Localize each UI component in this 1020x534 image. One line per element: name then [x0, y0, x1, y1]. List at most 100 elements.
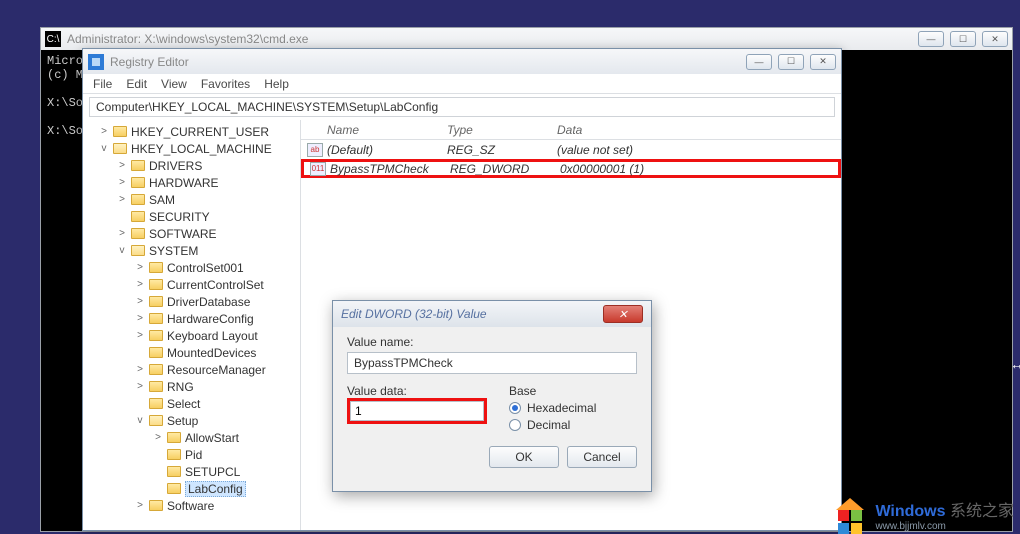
- tree-expander-icon[interactable]: v: [135, 415, 145, 426]
- tree-expander-icon[interactable]: >: [117, 160, 127, 171]
- folder-icon: [167, 449, 181, 460]
- regedit-close-button[interactable]: ✕: [810, 54, 836, 70]
- folder-icon: [149, 296, 163, 307]
- tree-node-label: Keyboard Layout: [167, 329, 258, 343]
- tree-node[interactable]: SECURITY: [85, 208, 298, 225]
- ok-button[interactable]: OK: [489, 446, 559, 468]
- dialog-close-button[interactable]: ✕: [603, 305, 643, 323]
- tree-expander-icon[interactable]: v: [99, 143, 109, 154]
- menu-file[interactable]: File: [93, 77, 112, 91]
- tree-expander-icon[interactable]: >: [135, 262, 145, 273]
- tree-node[interactable]: >HardwareConfig: [85, 310, 298, 327]
- dialog-titlebar[interactable]: Edit DWORD (32-bit) Value ✕: [333, 301, 651, 327]
- folder-icon: [131, 228, 145, 239]
- cancel-button[interactable]: Cancel: [567, 446, 637, 468]
- regedit-icon: [88, 54, 104, 70]
- cmd-close-button[interactable]: ✕: [982, 31, 1008, 47]
- tree-node[interactable]: > ControlSet001: [85, 259, 298, 276]
- folder-icon: [149, 262, 163, 273]
- tree-node[interactable]: >DriverDatabase: [85, 293, 298, 310]
- value-data-input[interactable]: [350, 401, 484, 421]
- tree-node-label: Software: [167, 499, 214, 513]
- tree-node[interactable]: >HKEY_CURRENT_USER: [85, 123, 298, 140]
- col-type[interactable]: Type: [447, 123, 557, 137]
- tree-node[interactable]: v HKEY_LOCAL_MACHINE: [85, 140, 298, 157]
- tree-node-label: AllowStart: [185, 431, 239, 445]
- folder-icon: [149, 279, 163, 290]
- tree-node-label: SYSTEM: [149, 244, 198, 258]
- radio-hex[interactable]: [509, 402, 521, 414]
- regedit-minimize-button[interactable]: —: [746, 54, 772, 70]
- value-data-highlight: [347, 398, 487, 424]
- tree-node[interactable]: vSetup: [85, 412, 298, 429]
- radio-dec-row[interactable]: Decimal: [509, 418, 596, 432]
- value-type: REG_DWORD: [450, 162, 560, 176]
- tree-node[interactable]: LabConfig: [85, 480, 298, 497]
- edit-dword-dialog: Edit DWORD (32-bit) Value ✕ Value name: …: [332, 300, 652, 492]
- tree-expander-icon[interactable]: >: [135, 364, 145, 375]
- cmd-maximize-button[interactable]: ☐: [950, 31, 976, 47]
- tree-node[interactable]: Select: [85, 395, 298, 412]
- folder-icon: [149, 381, 163, 392]
- tree-node[interactable]: > CurrentControlSet: [85, 276, 298, 293]
- folder-icon: [131, 177, 145, 188]
- tree-expander-icon[interactable]: >: [153, 432, 163, 443]
- tree-node-label: RNG: [167, 380, 194, 394]
- tree-expander-icon[interactable]: >: [117, 194, 127, 205]
- value-row[interactable]: 011BypassTPMCheckREG_DWORD0x00000001 (1): [301, 159, 841, 178]
- tree-expander-icon[interactable]: >: [135, 313, 145, 324]
- tree-node[interactable]: > HARDWARE: [85, 174, 298, 191]
- radio-hex-row[interactable]: Hexadecimal: [509, 401, 596, 415]
- tree-expander-icon[interactable]: v: [117, 245, 127, 256]
- radio-dec[interactable]: [509, 419, 521, 431]
- dialog-title-text: Edit DWORD (32-bit) Value: [341, 307, 487, 321]
- tree-expander-icon[interactable]: >: [135, 330, 145, 341]
- value-row[interactable]: ab(Default)REG_SZ(value not set): [301, 140, 841, 159]
- tree-node[interactable]: MountedDevices: [85, 344, 298, 361]
- tree-expander-icon[interactable]: >: [135, 279, 145, 290]
- tree-expander-icon[interactable]: >: [99, 126, 109, 137]
- tree-node-label: HARDWARE: [149, 176, 219, 190]
- tree-expander-icon[interactable]: >: [135, 296, 145, 307]
- resize-arrow-icon: ↔: [1010, 356, 1020, 366]
- regedit-maximize-button[interactable]: ☐: [778, 54, 804, 70]
- menu-edit[interactable]: Edit: [126, 77, 147, 91]
- folder-icon: [113, 126, 127, 137]
- tree-node[interactable]: >DRIVERS: [85, 157, 298, 174]
- regedit-titlebar[interactable]: Registry Editor — ☐ ✕: [83, 49, 841, 74]
- tree-node[interactable]: v SYSTEM: [85, 242, 298, 259]
- tree-expander-icon[interactable]: >: [117, 177, 127, 188]
- tree-node[interactable]: Pid: [85, 446, 298, 463]
- menu-favorites[interactable]: Favorites: [201, 77, 250, 91]
- tree-node-label: ControlSet001: [167, 261, 244, 275]
- tree-expander-icon[interactable]: >: [135, 500, 145, 511]
- tree-node[interactable]: > AllowStart: [85, 429, 298, 446]
- tree-node[interactable]: > RNG: [85, 378, 298, 395]
- tree-expander-icon[interactable]: >: [117, 228, 127, 239]
- value-data: (value not set): [557, 143, 835, 157]
- col-data[interactable]: Data: [557, 123, 835, 137]
- tree-node[interactable]: >ResourceManager: [85, 361, 298, 378]
- value-type: REG_SZ: [447, 143, 557, 157]
- regedit-path-input[interactable]: Computer\HKEY_LOCAL_MACHINE\SYSTEM\Setup…: [89, 97, 835, 117]
- regedit-tree[interactable]: >HKEY_CURRENT_USERv HKEY_LOCAL_MACHINE>DR…: [83, 120, 301, 530]
- tree-node[interactable]: >SAM: [85, 191, 298, 208]
- menu-view[interactable]: View: [161, 77, 187, 91]
- col-name[interactable]: Name: [327, 123, 447, 137]
- menu-help[interactable]: Help: [264, 77, 289, 91]
- tree-node[interactable]: > Keyboard Layout: [85, 327, 298, 344]
- radio-dec-label: Decimal: [527, 418, 570, 432]
- tree-expander-icon[interactable]: >: [135, 381, 145, 392]
- tree-node-label: CurrentControlSet: [167, 278, 264, 292]
- watermark-logo-icon: [833, 500, 867, 530]
- cmd-titlebar[interactable]: C:\ Administrator: X:\windows\system32\c…: [41, 28, 1012, 50]
- tree-node-label: SECURITY: [149, 210, 210, 224]
- value-name-field[interactable]: BypassTPMCheck: [347, 352, 637, 374]
- tree-node[interactable]: >SOFTWARE: [85, 225, 298, 242]
- regedit-menubar: File Edit View Favorites Help: [83, 74, 841, 94]
- tree-node[interactable]: SETUPCL: [85, 463, 298, 480]
- cmd-minimize-button[interactable]: —: [918, 31, 944, 47]
- tree-node-label: Pid: [185, 448, 202, 462]
- tree-node-label: HKEY_LOCAL_MACHINE: [131, 142, 272, 156]
- tree-node[interactable]: > Software: [85, 497, 298, 514]
